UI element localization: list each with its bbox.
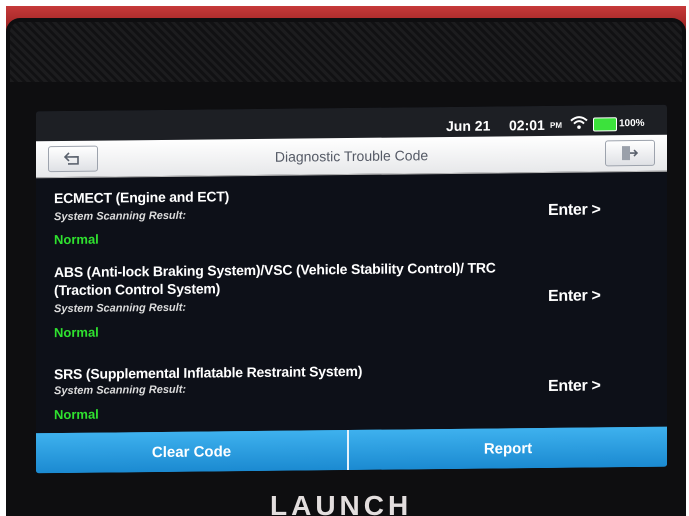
status-date: Jun 21: [446, 117, 491, 135]
exit-button[interactable]: [605, 139, 655, 167]
wifi-icon: [570, 116, 588, 129]
system-name: ABS (Anti-lock Braking System)/VSC (Vehi…: [54, 259, 496, 299]
status-normal: Normal: [54, 231, 99, 248]
page-title: Diagnostic Trouble Code: [274, 147, 429, 165]
scan-result-label: System Scanning Result:: [54, 301, 187, 316]
list-item[interactable]: SRS (Supplemental Inflatable Restraint S…: [36, 347, 667, 434]
system-name: SRS (Supplemental Inflatable Restraint S…: [54, 362, 363, 383]
status-normal: Normal: [54, 406, 99, 423]
list-item[interactable]: ECMECT (Engine and ECT) System Scanning …: [36, 171, 667, 252]
clear-code-button[interactable]: Clear Code: [36, 430, 349, 474]
system-list: ECMECT (Engine and ECT) System Scanning …: [36, 171, 667, 434]
system-name: ECMECT (Engine and ECT): [54, 188, 230, 207]
brand-logo: LAUNCH: [270, 490, 413, 516]
status-time: 02:01: [509, 116, 545, 134]
scan-result-label: System Scanning Result:: [54, 383, 187, 398]
scan-result-label: System Scanning Result:: [54, 209, 187, 224]
device-photo: Jun 21 02:01 PM 100% Diagnostic Trouble …: [0, 0, 689, 516]
status-period: PM: [550, 120, 562, 130]
battery-icon: [593, 117, 617, 132]
device-screen: Jun 21 02:01 PM 100% Diagnostic Trouble …: [36, 104, 667, 474]
enter-button[interactable]: Enter >: [548, 287, 601, 306]
battery-percent: 100%: [619, 117, 645, 130]
enter-button[interactable]: Enter >: [548, 201, 601, 220]
action-bar: Clear Code Report: [36, 426, 667, 474]
enter-button[interactable]: Enter >: [548, 377, 601, 396]
list-item[interactable]: ABS (Anti-lock Braking System)/VSC (Vehi…: [36, 249, 667, 348]
report-button[interactable]: Report: [349, 426, 667, 471]
bezel-texture: [10, 22, 682, 82]
exit-icon: [622, 146, 639, 161]
status-normal: Normal: [54, 324, 99, 341]
